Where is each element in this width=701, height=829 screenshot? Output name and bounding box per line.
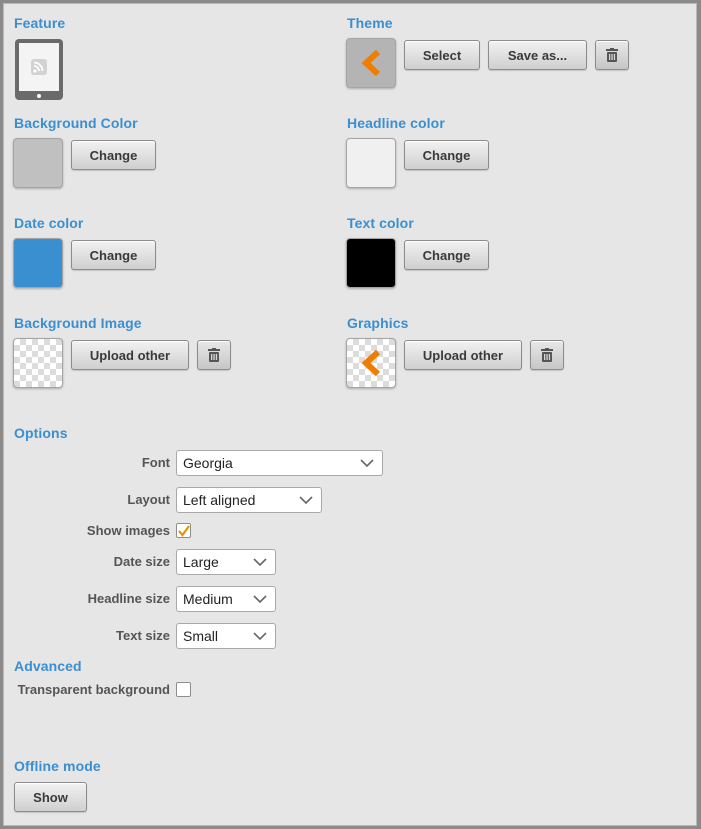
chevron-left-orange-icon [361,349,381,377]
feature-title: Feature [14,15,66,31]
offline-show-button[interactable]: Show [14,782,87,812]
background-image-preview[interactable] [13,338,63,388]
headline-size-select[interactable]: Medium [176,586,276,612]
theme-title: Theme [347,15,393,31]
chevron-down-icon [253,632,267,641]
chevron-down-icon [253,558,267,567]
transparent-background-label: Transparent background [17,682,170,697]
background-color-swatch[interactable] [13,138,63,188]
background-image-delete-button[interactable] [197,340,231,370]
show-images-checkbox[interactable] [176,523,191,538]
theme-save-as-button[interactable]: Save as... [488,40,587,70]
text-size-select[interactable]: Small [176,623,276,649]
headline-size-select-value: Medium [183,591,233,607]
background-image-title: Background Image [14,315,142,331]
text-color-swatch[interactable] [346,238,396,288]
font-select-value: Georgia [183,455,233,471]
trash-icon [208,348,220,362]
trash-icon [606,48,618,62]
text-color-change-button[interactable]: Change [404,240,489,270]
headline-size-label: Headline size [87,591,170,606]
show-images-label: Show images [86,523,170,538]
offline-mode-title: Offline mode [14,758,101,774]
feature-preview[interactable] [14,38,64,101]
date-color-title: Date color [14,215,84,231]
text-color-title: Text color [347,215,414,231]
options-title: Options [14,425,68,441]
checkmark-icon [178,525,190,537]
date-size-label: Date size [113,554,170,569]
layout-select-value: Left aligned [183,492,256,508]
transparent-background-checkbox[interactable] [176,682,191,697]
text-size-label: Text size [116,628,170,643]
font-select[interactable]: Georgia [176,450,383,476]
headline-color-swatch[interactable] [346,138,396,188]
chevron-left-orange-icon [361,49,381,77]
trash-icon [541,348,553,362]
font-label: Font [141,455,170,470]
rss-tablet-icon [15,39,63,100]
date-size-select[interactable]: Large [176,549,276,575]
theme-preview[interactable] [346,38,396,88]
date-color-change-button[interactable]: Change [71,240,156,270]
graphics-title: Graphics [347,315,409,331]
headline-color-change-button[interactable]: Change [404,140,489,170]
background-image-upload-button[interactable]: Upload other [71,340,189,370]
date-size-select-value: Large [183,554,219,570]
background-color-change-button[interactable]: Change [71,140,156,170]
graphics-upload-button[interactable]: Upload other [404,340,522,370]
text-size-select-value: Small [183,628,219,644]
chevron-down-icon [253,595,267,604]
date-color-swatch[interactable] [13,238,63,288]
background-color-title: Background Color [14,115,138,131]
advanced-title: Advanced [14,658,82,674]
graphics-delete-button[interactable] [530,340,564,370]
chevron-down-icon [299,496,313,505]
graphics-preview[interactable] [346,338,396,388]
theme-select-button[interactable]: Select [404,40,480,70]
chevron-down-icon [360,459,374,468]
theme-delete-button[interactable] [595,40,629,70]
headline-color-title: Headline color [347,115,445,131]
layout-select[interactable]: Left aligned [176,487,322,513]
layout-label: Layout [127,492,170,507]
